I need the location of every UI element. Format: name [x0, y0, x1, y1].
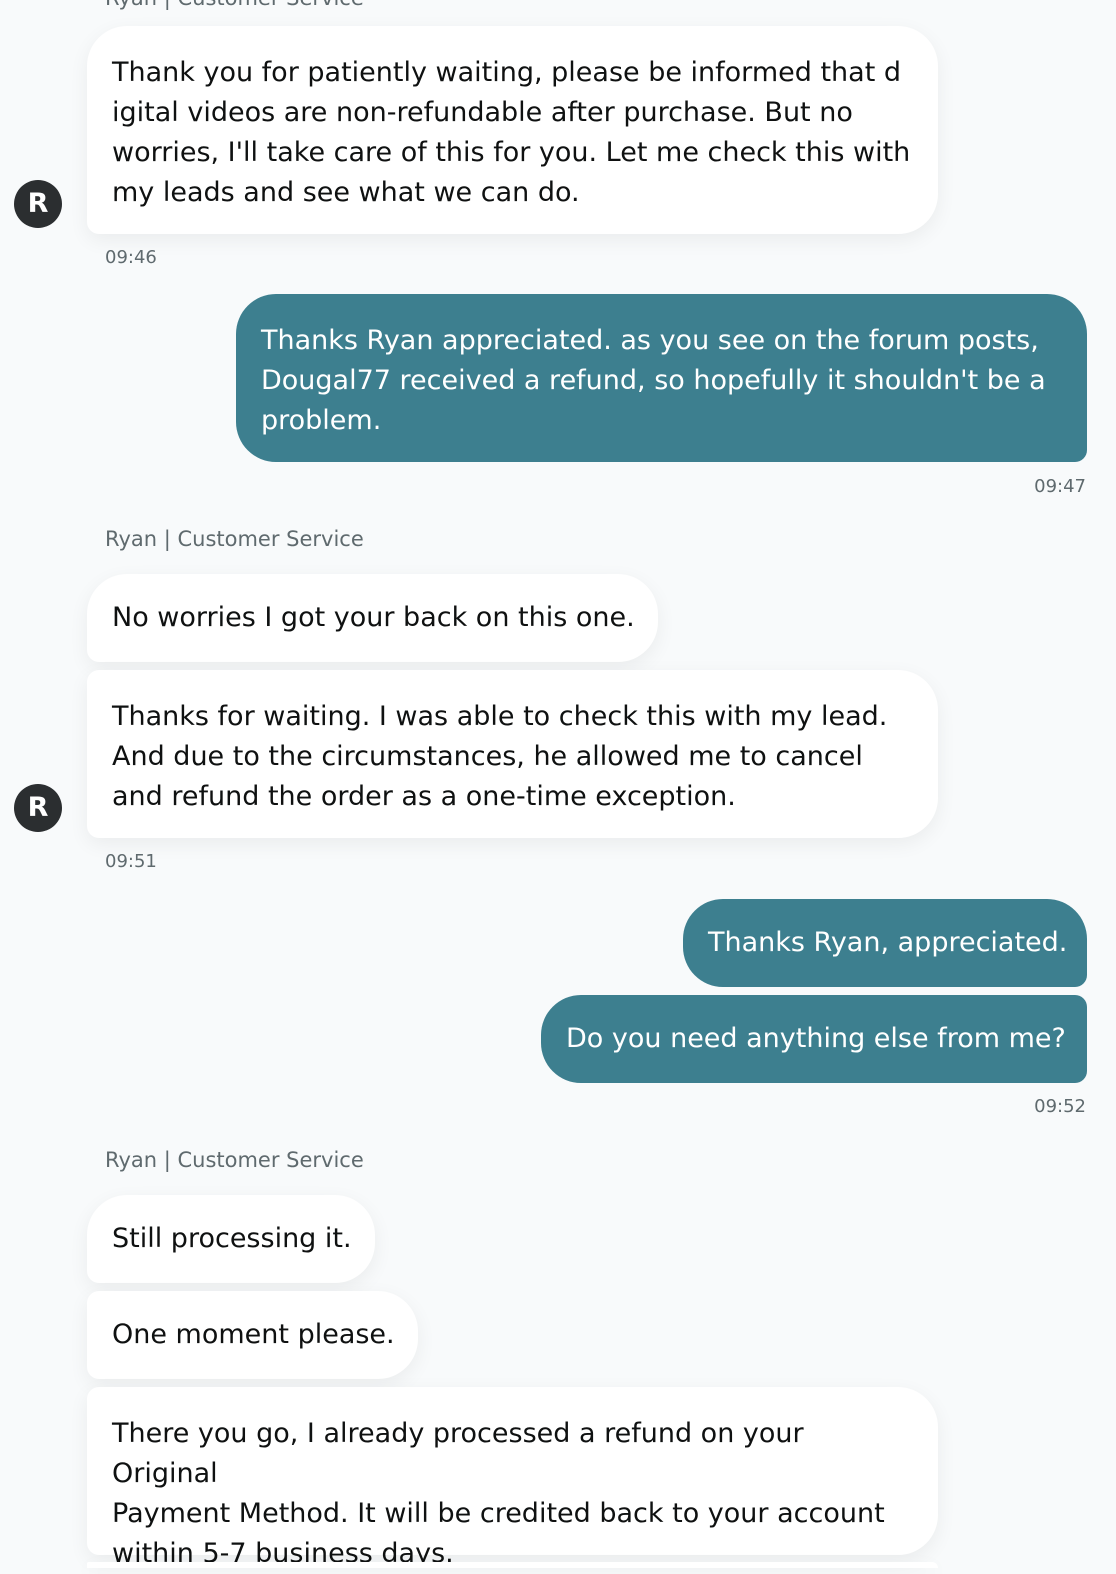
agent-message-bubble: Thank you for patiently waiting, please … [87, 26, 938, 234]
message-timestamp: 09:46 [105, 247, 157, 268]
message-timestamp: 09:51 [105, 851, 157, 872]
agent-message-bubble: One moment please. [87, 1291, 418, 1379]
agent-message-bubble: There you go, I already processed a refu… [87, 1387, 938, 1569]
agent-avatar: R [14, 784, 62, 832]
sender-label: Ryan | Customer Service [105, 527, 364, 551]
agent-avatar: R [14, 180, 62, 228]
agent-message-bubble: Thanks for waiting. I was able to check … [87, 670, 938, 838]
chat-transcript: Ryan | Customer Service Thank you for pa… [0, 0, 1116, 1569]
agent-message-bubble-partial [87, 1562, 938, 1568]
sender-label: Ryan | Customer Service [105, 1148, 364, 1172]
message-line: One moment please. [112, 1319, 395, 1350]
message-timestamp: 09:47 [1034, 476, 1086, 497]
agent-message-bubble: Still processing it. [87, 1195, 375, 1283]
message-line: and refund the order as a one-time excep… [112, 781, 736, 812]
message-line: Thank you for patiently waiting, please … [112, 57, 901, 88]
message-line: Thanks Ryan, appreciated. [708, 927, 1068, 958]
sender-label-cut-off: Ryan | Customer Service [105, 0, 364, 10]
message-line: Dougal77 received a refund, so hopefully… [261, 365, 1046, 396]
message-timestamp: 09:52 [1034, 1096, 1086, 1117]
message-line: There you go, I already processed a refu… [112, 1418, 804, 1489]
agent-message-bubble: No worries I got your back on this one. [87, 574, 658, 662]
message-line: igital videos are non-refundable after p… [112, 97, 853, 128]
customer-message-bubble: Thanks Ryan, appreciated. [683, 899, 1087, 987]
message-line: Still processing it. [112, 1223, 352, 1254]
message-line: No worries I got your back on this one. [112, 602, 635, 633]
customer-message-bubble: Do you need anything else from me? [541, 995, 1087, 1083]
customer-message-bubble: Thanks Ryan appreciated. as you see on t… [236, 294, 1087, 462]
message-line: Thanks Ryan appreciated. as you see on t… [261, 325, 1039, 356]
message-line: And due to the circumstances, he allowed… [112, 741, 863, 772]
message-line: Do you need anything else from me? [566, 1023, 1066, 1054]
message-line: my leads and see what we can do. [112, 177, 580, 208]
message-line: worries, I'll take care of this for you.… [112, 137, 911, 168]
message-line: Payment Method. It will be credited back… [112, 1498, 885, 1529]
message-line: problem. [261, 405, 382, 436]
message-line: within 5-7 business days. [112, 1538, 454, 1569]
message-line: Thanks for waiting. I was able to check … [112, 701, 888, 732]
